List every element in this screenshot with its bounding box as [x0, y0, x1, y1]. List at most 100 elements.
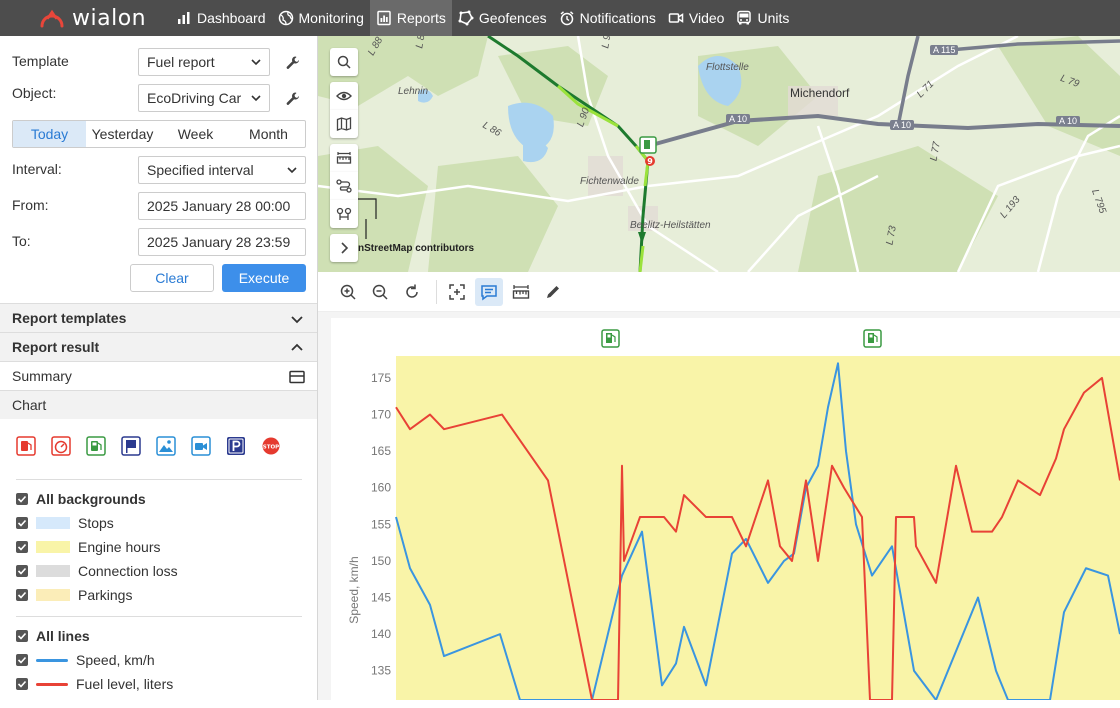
parking-icon[interactable]: [226, 436, 246, 456]
stops-label: Stops: [78, 515, 114, 531]
stops-checkbox[interactable]: Stops: [16, 513, 114, 533]
from-datetime-input[interactable]: 2025 January 28 00:00: [138, 192, 306, 220]
speed-line-label: Speed, km/h: [76, 652, 155, 668]
draw-button[interactable]: [539, 278, 567, 306]
map-icon: [336, 117, 352, 131]
from-label: From:: [12, 197, 49, 213]
fuel-station-marker-2[interactable]: [863, 329, 882, 348]
clear-button[interactable]: Clear: [130, 264, 214, 292]
checkbox-checked-icon: [16, 654, 28, 666]
parkings-checkbox[interactable]: Parkings: [16, 585, 132, 605]
measure-distance-button[interactable]: [330, 144, 358, 172]
nav-monitoring[interactable]: Monitoring: [272, 0, 370, 36]
all-backgrounds-label: All backgrounds: [36, 491, 146, 507]
marker-count: 9: [647, 157, 653, 166]
period-yesterday[interactable]: Yesterday: [86, 121, 159, 147]
nav-dashboard[interactable]: Dashboard: [170, 0, 272, 36]
map-search-button[interactable]: [330, 48, 358, 76]
fuel-line-checkbox[interactable]: Fuel level, liters: [16, 674, 173, 694]
chevron-down-icon: [251, 59, 261, 66]
period-today[interactable]: Today: [13, 121, 86, 147]
engine-hours-checkbox[interactable]: Engine hours: [16, 537, 161, 557]
road-label: A 10: [890, 120, 915, 130]
chart-toolbar: [318, 272, 1120, 312]
summary-item[interactable]: Summary: [0, 361, 317, 390]
bus-icon: [737, 10, 752, 25]
nav-video[interactable]: Video: [662, 0, 731, 36]
nav-geofences-label: Geofences: [478, 10, 547, 26]
divider: [16, 479, 302, 480]
map-visibility-button[interactable]: [330, 82, 358, 110]
chevron-right-icon: [341, 242, 349, 254]
interval-select-value: Specified interval: [147, 162, 254, 178]
checkbox-checked-icon: [16, 678, 28, 690]
connection-loss-label: Connection loss: [78, 563, 178, 579]
gauge-icon[interactable]: [51, 436, 71, 456]
report-templates-header[interactable]: Report templates: [0, 303, 317, 332]
fuel-line-swatch: [36, 682, 68, 686]
interval-select[interactable]: Specified interval: [138, 156, 306, 184]
crop-add-icon: [449, 283, 465, 300]
marker-icons: STOP: [16, 436, 281, 456]
nav-geofences[interactable]: Geofences: [452, 0, 553, 36]
all-lines-checkbox[interactable]: All lines: [16, 626, 90, 646]
period-week[interactable]: Week: [159, 121, 232, 147]
expand-tools-button[interactable]: [330, 234, 358, 262]
video-camera-icon[interactable]: [191, 436, 211, 456]
road-label: A 10: [726, 114, 751, 124]
place-label: Beelitz-Heilstätten: [630, 220, 711, 231]
flag-icon[interactable]: [121, 436, 141, 456]
wrench-icon[interactable]: [285, 55, 301, 71]
wialon-logo[interactable]: wialon: [0, 0, 170, 36]
geofence-icon: [458, 10, 474, 26]
all-lines-label: All lines: [36, 628, 90, 644]
route-button[interactable]: [330, 172, 358, 200]
chart-svg[interactable]: 135 140 145 150 155 160 165 170 175 Speed, km/h: [331, 318, 1120, 700]
points-button[interactable]: [330, 200, 358, 228]
to-label: To:: [12, 233, 31, 249]
fuel-station-marker-1[interactable]: [601, 329, 620, 348]
object-select[interactable]: EcoDriving Car: [138, 84, 270, 112]
chart-item[interactable]: Chart: [0, 390, 317, 419]
report-result-header[interactable]: Report result: [0, 332, 317, 361]
chart-ruler-button[interactable]: [507, 278, 535, 306]
speed-line-checkbox[interactable]: Speed, km/h: [16, 650, 155, 670]
execute-button[interactable]: Execute: [222, 264, 306, 292]
reset-zoom-button[interactable]: [398, 278, 426, 306]
fuel-drain-icon[interactable]: [16, 436, 36, 456]
wrench-icon[interactable]: [285, 91, 301, 107]
top-navigation: wialon Dashboard Monitoring Reports Geof…: [0, 0, 1120, 36]
zoom-out-button[interactable]: [366, 278, 394, 306]
stop-sign-icon[interactable]: STOP: [261, 436, 281, 456]
template-select[interactable]: Fuel report: [138, 48, 270, 76]
chevron-down-icon: [291, 316, 303, 324]
fuel-station-icon[interactable]: [86, 436, 106, 456]
connection-loss-checkbox[interactable]: Connection loss: [16, 561, 178, 581]
period-month[interactable]: Month: [232, 121, 305, 147]
place-label: Michendorf: [790, 86, 850, 100]
checkbox-checked-icon: [16, 630, 28, 642]
nav-notifications-label: Notifications: [579, 10, 656, 26]
connection-loss-swatch: [36, 565, 70, 577]
place-label: Fichtenwalde: [580, 176, 639, 187]
to-datetime-input[interactable]: 2025 January 28 23:59: [138, 228, 306, 256]
map-layers-button[interactable]: [330, 110, 358, 138]
nav-units[interactable]: Units: [730, 0, 795, 36]
tooltips-button[interactable]: [475, 277, 503, 306]
nav-reports[interactable]: Reports: [369, 0, 452, 36]
zoom-out-icon: [372, 284, 388, 300]
select-area-button[interactable]: [443, 278, 471, 306]
interval-label: Interval:: [12, 161, 62, 177]
image-icon[interactable]: [156, 436, 176, 456]
dashboard-icon: [178, 12, 190, 24]
parkings-label: Parkings: [78, 587, 133, 603]
chart-panel[interactable]: 135 140 145 150 155 160 165 170 175 Speed, km/h: [331, 318, 1120, 708]
all-backgrounds-checkbox[interactable]: All backgrounds: [16, 489, 146, 509]
zoom-in-button[interactable]: [334, 278, 362, 306]
checkbox-checked-icon: [16, 541, 28, 553]
map-view[interactable]: 9 Lehnin Flottstelle Michendorf Fichtenw…: [318, 36, 1120, 272]
map-attribution[interactable]: nStreetMap contributors: [358, 243, 474, 254]
report-templates-title: Report templates: [12, 310, 127, 326]
nav-monitoring-label: Monitoring: [298, 10, 364, 26]
nav-notifications[interactable]: Notifications: [553, 0, 662, 36]
